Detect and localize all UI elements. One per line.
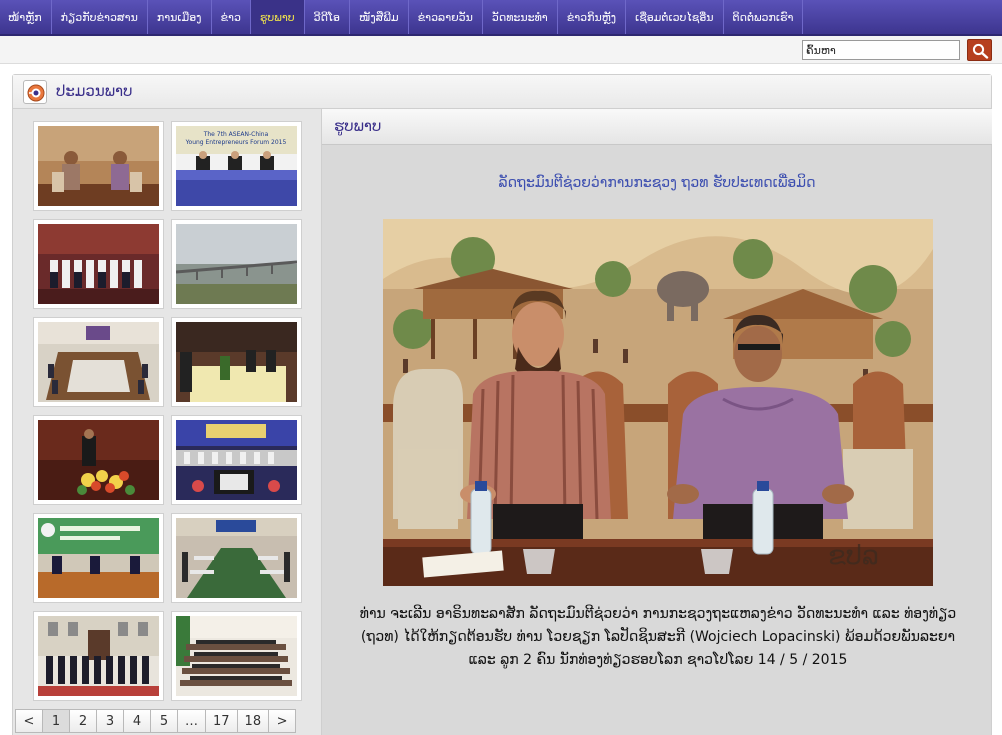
- thumb-green-banner: [38, 518, 159, 598]
- thumbnail[interactable]: [171, 513, 302, 603]
- search-icon: [972, 43, 989, 59]
- search-bar: [0, 36, 1002, 64]
- main-photo: ຂປລ: [383, 219, 933, 586]
- nav-item-3[interactable]: ຂ່າວ: [212, 0, 251, 34]
- nav-item-1[interactable]: ກ່ຽວກັບຂ່າວສານ: [52, 0, 148, 34]
- search-button[interactable]: [967, 39, 992, 61]
- thumb-asean-china-forum: The 7th ASEAN-China Young Entrepreneurs …: [176, 126, 297, 206]
- nav-item-10[interactable]: ເຊື່ອມຕໍ່ເວບໄຊອື່ນ: [626, 0, 724, 34]
- thumb-building-group: [38, 616, 159, 696]
- pagination-page-0[interactable]: 1: [42, 709, 70, 733]
- section-title: ຮູບພາບ: [334, 117, 382, 135]
- photo-headline: ລັດຖະມົນຕີຊ່ວຍວ່າການກະຊວງ ຖວທ ຮັບປະເທດເພ…: [498, 175, 816, 191]
- gallery-camera-icon: [23, 80, 47, 104]
- thumb-auditorium: [176, 616, 297, 696]
- content-header: ຮູບພາບ: [322, 109, 992, 145]
- pagination-page-4[interactable]: 5: [150, 709, 178, 733]
- thumbnail[interactable]: [33, 317, 164, 407]
- thumbnail[interactable]: [33, 513, 164, 603]
- thumbnail[interactable]: The 7th ASEAN-China Young Entrepreneurs …: [171, 121, 302, 211]
- photo-watermark: ຂປລ: [828, 541, 879, 571]
- panel-header: ປະມວນພາບ: [13, 75, 991, 109]
- pagination-page-3[interactable]: 4: [123, 709, 151, 733]
- thumb-conference-room: [38, 322, 159, 402]
- pagination-prev-button[interactable]: <: [15, 709, 43, 733]
- thumbnail[interactable]: [33, 219, 164, 309]
- nav-item-5[interactable]: ວີດີໂອ: [305, 0, 351, 34]
- thumbnail[interactable]: [33, 611, 164, 701]
- photo-detail: ຮູບພາບ ລັດຖະມົນຕີຊ່ວຍວ່າການກະຊວງ ຖວທ ຮັບ…: [321, 109, 992, 735]
- thumb-meeting-seated: [38, 126, 159, 206]
- thumb-caption-line2: Young Entrepreneurs Forum 2015: [185, 139, 287, 146]
- nav-item-4[interactable]: ຮູບພາບ: [250, 0, 305, 34]
- nav-item-8[interactable]: ວັດທະນະທຳ: [483, 0, 558, 34]
- nav-item-0[interactable]: ໜ້າຫຼັກ: [0, 0, 52, 34]
- thumb-group-photo: [38, 224, 159, 304]
- thumb-signing-table: [176, 322, 297, 402]
- pagination-page-7[interactable]: 18: [236, 709, 270, 733]
- pagination: <1 2 3 4 5… 17 18 >: [15, 709, 297, 733]
- thumb-bridge: [175, 224, 298, 304]
- thumbnail[interactable]: [171, 317, 302, 407]
- thumb-ceremony-hall: [176, 420, 297, 500]
- thumbnail[interactable]: [33, 121, 164, 211]
- photo-gallery-panel: ປະມວນພາບ The 7th ASEAN-China Young Entre…: [12, 74, 992, 735]
- pagination-next-button[interactable]: >: [268, 709, 297, 733]
- nav-item-11[interactable]: ຕິດຕໍ່ພວກເຮົາ: [724, 0, 804, 34]
- nav-item-6[interactable]: ໜັງສືພີມ: [350, 0, 409, 34]
- thumbnail[interactable]: [33, 415, 164, 505]
- search-input[interactable]: [802, 40, 960, 60]
- thumb-speech-flowers: [38, 420, 159, 500]
- main-photo-image: ຂປລ: [383, 219, 933, 586]
- nav-item-9[interactable]: ຂ່າວກິນຫຼັງ: [558, 0, 627, 34]
- thumbnail[interactable]: [171, 415, 302, 505]
- pagination-page-6[interactable]: 17: [205, 709, 238, 733]
- thumb-large-meeting: [176, 518, 297, 598]
- pagination-page-5[interactable]: …: [177, 709, 206, 733]
- photo-caption: ທ່ານ ຈະເລີນ ອາຣິນທະລາສັກ ລັດຖະມົນຕີຊ່ວຍວ…: [359, 606, 957, 668]
- pagination-page-2[interactable]: 3: [96, 709, 124, 733]
- top-navigation: ໜ້າຫຼັກ ກ່ຽວກັບຂ່າວສານ ການເມືອງ ຂ່າວ ຮູບພາບວ…: [0, 0, 1002, 36]
- thumbnail[interactable]: [171, 611, 302, 701]
- panel-title: ປະມວນພາບ: [56, 82, 133, 100]
- thumb-caption-line1: The 7th ASEAN-China: [203, 131, 269, 138]
- nav-item-7[interactable]: ຂ່າວລາຍວັນ: [409, 0, 483, 34]
- pagination-page-1[interactable]: 2: [69, 709, 97, 733]
- thumbnail[interactable]: [171, 219, 302, 309]
- nav-item-2[interactable]: ການເມືອງ: [148, 0, 212, 34]
